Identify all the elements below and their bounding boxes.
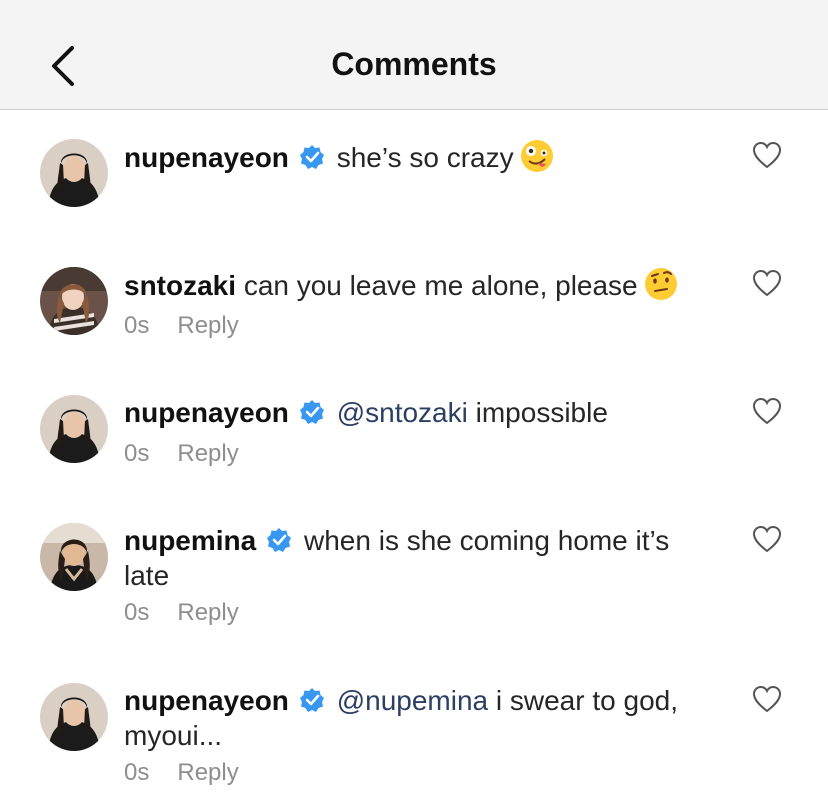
- reply-button[interactable]: Reply: [177, 312, 238, 339]
- comment-text: sntozaki can you leave me alone, please: [124, 267, 714, 303]
- page-title: Comments: [331, 46, 497, 82]
- zany-face-emoji-icon: [520, 140, 553, 172]
- header-bar: Comments: [0, 0, 828, 110]
- comment-body: impossible: [475, 397, 608, 428]
- comment-meta: 0s Reply: [124, 599, 267, 627]
- comment-body: can you leave me alone, please: [243, 270, 638, 301]
- verified-badge-icon: [299, 400, 324, 424]
- comment-username[interactable]: nupemina: [124, 525, 256, 556]
- reply-button[interactable]: Reply: [177, 440, 238, 467]
- avatar[interactable]: [40, 267, 108, 335]
- like-heart-icon[interactable]: [752, 397, 782, 425]
- avatar[interactable]: [40, 523, 108, 591]
- verified-badge-icon: [299, 145, 324, 169]
- reply-button[interactable]: Reply: [177, 759, 238, 786]
- verified-badge-icon: [267, 528, 292, 552]
- comment-timestamp: 0s: [124, 312, 150, 339]
- comment-meta: 0s Reply: [124, 312, 267, 340]
- comment-text: nupemina when is she coming home it’s la…: [124, 523, 714, 593]
- comment-text: nupenayeon @nupemina i swear to god, myo…: [124, 683, 714, 753]
- comment-username[interactable]: nupenayeon: [124, 685, 289, 716]
- comment-item: nupemina when is she coming home it’s la…: [0, 523, 828, 653]
- comment-item: nupenayeon she’s so crazy: [0, 139, 828, 259]
- raised-eyebrow-face-emoji-icon: [644, 268, 677, 300]
- like-heart-icon[interactable]: [752, 525, 782, 553]
- comment-meta: 0s Reply: [124, 440, 267, 468]
- comment-item: sntozaki can you leave me alone, please …: [0, 267, 828, 377]
- comment-timestamp: 0s: [124, 599, 150, 626]
- comment-text: nupenayeon @sntozaki impossible: [124, 395, 714, 430]
- comment-timestamp: 0s: [124, 759, 150, 786]
- like-heart-icon[interactable]: [752, 269, 782, 297]
- avatar[interactable]: [40, 683, 108, 751]
- avatar[interactable]: [40, 139, 108, 207]
- comment-meta: 0s Reply: [124, 759, 267, 787]
- avatar[interactable]: [40, 395, 108, 463]
- mention-link[interactable]: @nupemina: [337, 685, 488, 716]
- comment-timestamp: 0s: [124, 440, 150, 467]
- reply-button[interactable]: Reply: [177, 599, 238, 626]
- comment-text: nupenayeon she’s so crazy: [124, 139, 714, 175]
- comment-username[interactable]: nupenayeon: [124, 397, 289, 428]
- like-heart-icon[interactable]: [752, 685, 782, 713]
- comment-item: nupenayeon @sntozaki impossible 0s Reply: [0, 395, 828, 505]
- mention-link[interactable]: @sntozaki: [337, 397, 468, 428]
- comment-body: she’s so crazy: [336, 142, 514, 173]
- comment-item: nupenayeon @nupemina i swear to god, myo…: [0, 683, 828, 803]
- verified-badge-icon: [299, 688, 324, 712]
- comment-username[interactable]: sntozaki: [124, 270, 236, 301]
- comment-username[interactable]: nupenayeon: [124, 142, 289, 173]
- like-heart-icon[interactable]: [752, 141, 782, 169]
